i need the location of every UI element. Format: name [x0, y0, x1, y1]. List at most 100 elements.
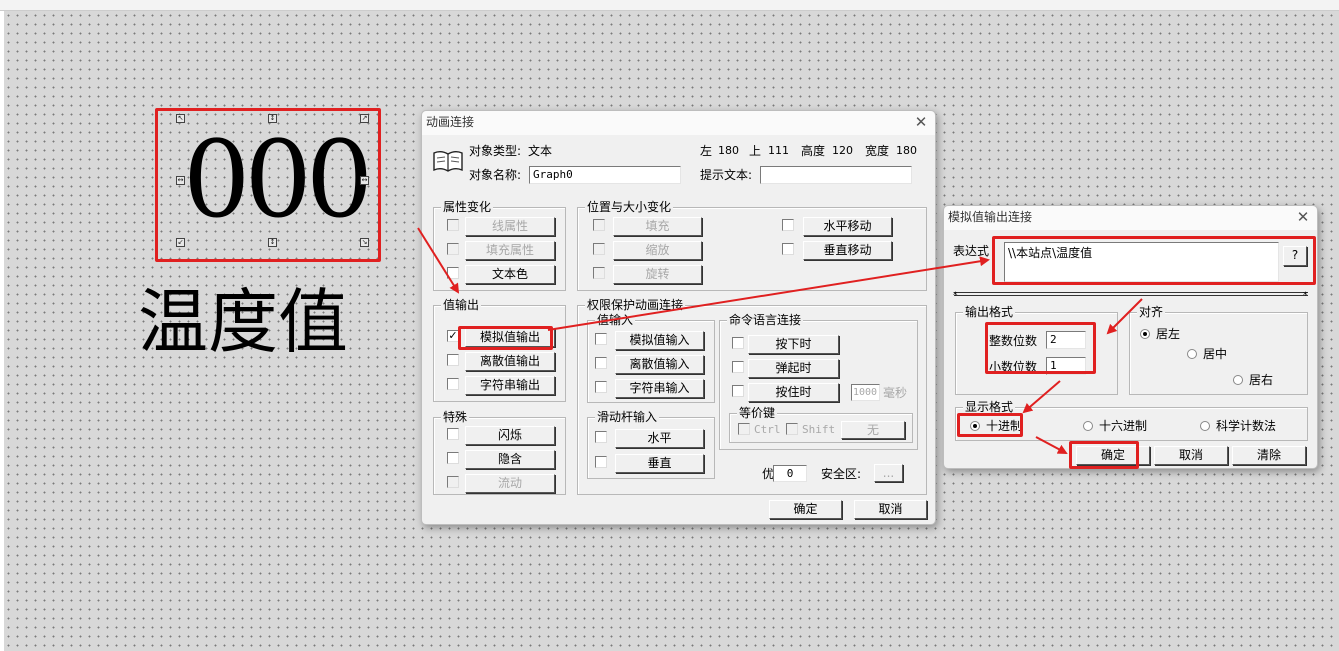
checkbox-rotate[interactable]: [593, 267, 605, 279]
group-special: 特殊 闪烁 隐含 流动: [433, 410, 566, 495]
while-held-button[interactable]: 按住时: [748, 383, 839, 402]
hotkey-button[interactable]: 无: [841, 421, 905, 439]
align-center-label: 居中: [1203, 347, 1228, 361]
slider-horizontal-button[interactable]: 水平: [615, 429, 704, 448]
priority-field[interactable]: 0: [773, 465, 807, 482]
group-title: 显示格式: [963, 400, 1016, 414]
group-title: 值输入: [595, 313, 636, 327]
on-release-button[interactable]: 弹起时: [748, 359, 839, 378]
shift-label: Shift: [802, 423, 836, 436]
highlight-box-digits: [985, 322, 1096, 374]
checkbox-blink[interactable]: [447, 428, 459, 440]
analog-input-button[interactable]: 模拟值输入: [615, 331, 704, 350]
format-sci-label: 科学计数法: [1216, 419, 1277, 433]
highlight-box-expression: [992, 236, 1316, 285]
on-press-button[interactable]: 按下时: [748, 335, 839, 354]
group-hotkey: 等价键 Ctrl Shift 无: [729, 406, 913, 443]
discrete-input-button[interactable]: 离散值输入: [615, 355, 704, 374]
checkbox-v-move[interactable]: [782, 243, 794, 255]
checkbox-slider-horizontal[interactable]: [595, 431, 607, 443]
scale-button[interactable]: 缩放: [613, 241, 702, 260]
string-output-button[interactable]: 字符串输出: [465, 376, 555, 395]
object-type-label: 对象类型:: [469, 144, 522, 158]
dialog-title: 动画连接: [426, 115, 475, 129]
text-color-button[interactable]: 文本色: [465, 265, 555, 284]
flow-button[interactable]: 流动: [465, 474, 555, 493]
object-name-field[interactable]: Graph0: [529, 166, 681, 184]
checkbox-fill-attr[interactable]: [447, 243, 459, 255]
group-title: 属性变化: [441, 200, 494, 214]
radio-format-sci[interactable]: [1200, 421, 1210, 431]
checkbox-h-move[interactable]: [782, 219, 794, 231]
horizontal-move-button[interactable]: 水平移动: [803, 217, 892, 236]
group-title: 特殊: [441, 410, 470, 424]
ok-button[interactable]: 确定: [769, 500, 842, 519]
checkbox-string-input[interactable]: [595, 381, 607, 393]
group-alignment: 对齐 居左 居中 居右: [1129, 305, 1308, 395]
fill-attr-button[interactable]: 填充属性: [465, 241, 555, 260]
string-input-button[interactable]: 字符串输入: [615, 379, 704, 398]
cancel-button[interactable]: 取消: [854, 500, 927, 519]
group-title: 输出格式: [963, 305, 1016, 319]
discrete-output-button[interactable]: 离散值输出: [465, 352, 555, 371]
height-value: 120: [832, 144, 853, 157]
hold-interval-field[interactable]: 1000: [851, 384, 880, 401]
group-title: 滑动杆输入: [595, 410, 660, 424]
width-label: 宽度: [865, 144, 890, 158]
checkbox-hide[interactable]: [447, 452, 459, 464]
checkbox-fill[interactable]: [593, 219, 605, 231]
highlight-box-analog-output: [458, 326, 553, 350]
object-name-label: 对象名称:: [469, 168, 522, 182]
radio-format-hex[interactable]: [1083, 421, 1093, 431]
separator-left-mark: *: [953, 291, 958, 301]
group-slider-input: 滑动杆输入 水平 垂直: [587, 410, 715, 479]
checkbox-slider-vertical[interactable]: [595, 456, 607, 468]
security-zone-button[interactable]: ...: [874, 464, 903, 482]
fill-button[interactable]: 填充: [613, 217, 702, 236]
radio-align-left[interactable]: [1140, 329, 1150, 339]
checkbox-analog-input[interactable]: [595, 333, 607, 345]
checkbox-while-held[interactable]: [732, 385, 744, 397]
hold-interval-unit: 毫秒: [883, 386, 908, 400]
left-value: 180: [718, 144, 739, 157]
close-icon[interactable]: ✕: [913, 111, 929, 133]
group-command-language: 命令语言连接 按下时 弹起时 按住时 1000 毫秒 等价键 Ctrl Shif…: [719, 313, 918, 450]
group-value-output: 值输出 ✓ 模拟值输出 离散值输出 字符串输出: [433, 298, 566, 402]
checkbox-shift[interactable]: [786, 423, 798, 435]
radio-align-center[interactable]: [1187, 349, 1197, 359]
group-title: 命令语言连接: [727, 313, 804, 327]
group-title: 对齐: [1137, 305, 1166, 319]
group-attribute-change: 属性变化 线属性 填充属性 文本色: [433, 200, 566, 291]
top-label: 上: [749, 144, 762, 158]
checkbox-string-output[interactable]: [447, 378, 459, 390]
checkbox-line-attr[interactable]: [447, 219, 459, 231]
checkbox-text-color[interactable]: [447, 267, 459, 279]
checkbox-discrete-input[interactable]: [595, 357, 607, 369]
temperature-label-object[interactable]: 温度值: [138, 282, 348, 362]
object-type-value: 文本: [528, 144, 553, 158]
vertical-move-button[interactable]: 垂直移动: [803, 241, 892, 260]
clear-button[interactable]: 清除: [1232, 446, 1306, 465]
group-title: 等价键: [737, 406, 778, 420]
hint-text-label: 提示文本:: [700, 168, 753, 182]
radio-align-right[interactable]: [1233, 375, 1243, 385]
checkbox-discrete-output[interactable]: [447, 354, 459, 366]
hint-text-field[interactable]: [760, 166, 912, 184]
group-position-size: 位置与大小变化 填充 缩放 旋转 水平移动 垂直移动: [577, 200, 927, 291]
blink-button[interactable]: 闪烁: [465, 426, 555, 445]
checkbox-flow[interactable]: [447, 476, 459, 488]
cancel-button[interactable]: 取消: [1154, 446, 1228, 465]
slider-vertical-button[interactable]: 垂直: [615, 454, 704, 473]
line-attr-button[interactable]: 线属性: [465, 217, 555, 236]
rotate-button[interactable]: 旋转: [613, 265, 702, 284]
align-right-label: 居右: [1249, 373, 1274, 387]
hide-button[interactable]: 隐含: [465, 450, 555, 469]
top-value: 111: [768, 144, 789, 157]
width-value: 180: [896, 144, 917, 157]
close-icon[interactable]: ✕: [1295, 206, 1311, 228]
group-title: 位置与大小变化: [585, 200, 674, 214]
checkbox-scale[interactable]: [593, 243, 605, 255]
checkbox-ctrl[interactable]: [738, 423, 750, 435]
checkbox-on-release[interactable]: [732, 361, 744, 373]
checkbox-on-press[interactable]: [732, 337, 744, 349]
